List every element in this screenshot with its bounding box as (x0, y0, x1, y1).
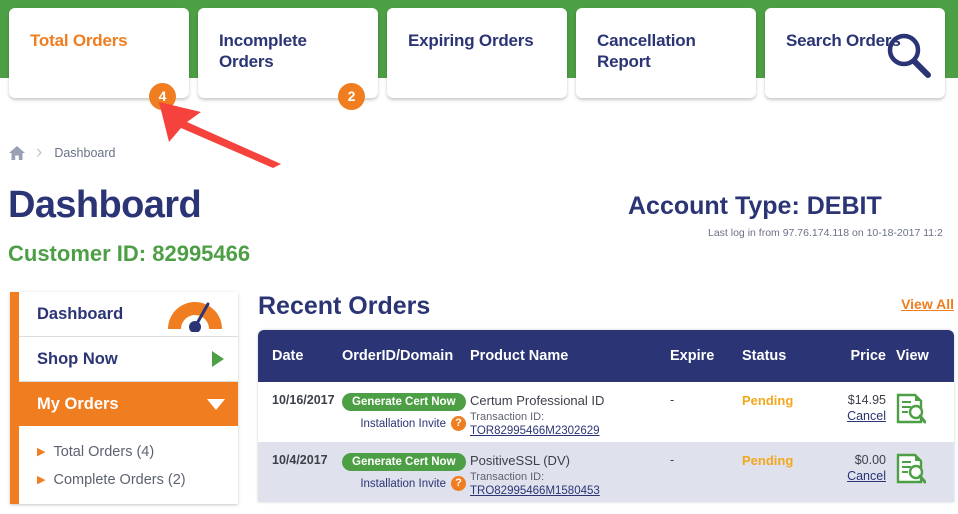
cell-product: PositiveSSL (DV) Transaction ID: TRO8299… (470, 453, 670, 497)
tab-total-orders-label: Total Orders (30, 31, 128, 50)
bullet-triangle-icon: ▶ (37, 473, 46, 486)
cell-status: Pending (742, 393, 824, 408)
table-row: 10/4/2017 Generate Cert Now Installation… (258, 442, 954, 502)
tab-incomplete-orders-label: Incomplete Orders (219, 31, 307, 71)
gauge-icon (164, 296, 226, 332)
column-header-orderid: OrderID/Domain (342, 348, 454, 364)
installation-invite-label: Installation Invite (360, 417, 446, 430)
account-type: Account Type: DEBIT (628, 192, 882, 220)
cancel-link[interactable]: Cancel (824, 469, 886, 483)
breadcrumb: › Dashboard (8, 142, 115, 164)
recent-orders-table: Date OrderID/Domain Product Name Expire … (258, 330, 954, 502)
play-triangle-icon (210, 350, 226, 368)
tab-cancellation-report-label: Cancellation Report (597, 31, 696, 71)
cell-expire: - (670, 393, 675, 407)
column-header-expire: Expire (670, 348, 715, 364)
price-value: $0.00 (854, 453, 886, 467)
table-header-row: Date OrderID/Domain Product Name Expire … (258, 330, 954, 382)
column-header-product: Product Name (470, 348, 569, 364)
transaction-id-link[interactable]: TOR82995466M2302629 (470, 425, 600, 437)
customer-id: Customer ID: 82995466 (8, 241, 251, 266)
tab-expiring-orders-label: Expiring Orders (408, 31, 534, 50)
sidebar-subitem-complete-orders[interactable]: ▶ Complete Orders (2) (37, 466, 238, 494)
document-search-icon[interactable] (896, 393, 927, 428)
installation-invite[interactable]: Installation Invite ? (342, 416, 470, 431)
table-row: 10/16/2017 Generate Cert Now Installatio… (258, 382, 954, 442)
sidebar-item-my-orders-label: My Orders (37, 394, 119, 413)
cancel-link[interactable]: Cancel (824, 409, 886, 423)
sidebar-subitem-complete-orders-label: Complete Orders (2) (53, 472, 186, 488)
tab-incomplete-orders-badge: 2 (338, 83, 365, 110)
transaction-id-link[interactable]: TRO82995466M1580453 (470, 485, 600, 497)
chevron-down-icon (206, 397, 226, 411)
question-mark-icon[interactable]: ? (451, 476, 466, 491)
installation-invite[interactable]: Installation Invite ? (342, 476, 470, 491)
tab-incomplete-orders[interactable]: Incomplete Orders 2 (198, 8, 378, 110)
bullet-triangle-icon: ▶ (37, 445, 46, 458)
tab-total-orders-badge: 4 (149, 83, 176, 110)
recent-orders-title: Recent Orders (258, 292, 431, 320)
installation-invite-label: Installation Invite (360, 477, 446, 490)
breadcrumb-separator: › (36, 142, 43, 163)
status-badge: Pending (742, 393, 794, 408)
question-mark-icon[interactable]: ? (451, 416, 466, 431)
cell-date: 10/4/2017 (272, 453, 328, 467)
tab-expiring-orders[interactable]: Expiring Orders (387, 8, 567, 98)
sidebar: Dashboard Shop Now My Orders ▶ Total Ord… (10, 292, 238, 504)
home-icon[interactable] (8, 144, 26, 162)
top-tab-strip: Total Orders 4 Incomplete Orders 2 Expir… (0, 8, 958, 110)
cell-expire: - (670, 453, 675, 467)
tab-search-orders[interactable]: Search Orders (765, 8, 945, 98)
view-all-link[interactable]: View All (901, 296, 954, 312)
cell-date: 10/16/2017 (272, 393, 335, 407)
cell-view (886, 393, 940, 428)
column-header-view: View (896, 348, 929, 364)
cell-product: Certum Professional ID Transaction ID: T… (470, 393, 670, 437)
sidebar-suborders-list: ▶ Total Orders (4) ▶ Complete Orders (2) (19, 426, 238, 504)
generate-cert-button[interactable]: Generate Cert Now (342, 393, 466, 411)
generate-cert-button[interactable]: Generate Cert Now (342, 453, 466, 471)
sidebar-item-shop-now-label: Shop Now (37, 349, 118, 368)
breadcrumb-current[interactable]: Dashboard (54, 146, 115, 160)
tab-cancellation-report[interactable]: Cancellation Report (576, 8, 756, 98)
price-value: $14.95 (847, 393, 886, 407)
tab-total-orders[interactable]: Total Orders 4 (9, 8, 189, 110)
search-icon (883, 30, 935, 87)
column-header-date: Date (272, 348, 304, 364)
sidebar-item-shop-now[interactable]: Shop Now (19, 337, 238, 382)
sidebar-subitem-total-orders-label: Total Orders (4) (53, 444, 155, 460)
sidebar-item-my-orders[interactable]: My Orders (19, 382, 238, 426)
cell-status: Pending (742, 453, 824, 468)
cell-price: $0.00 Cancel (824, 453, 886, 483)
transaction-id-label: Transaction ID: (470, 411, 545, 423)
document-search-icon[interactable] (896, 453, 927, 488)
sidebar-subitem-total-orders[interactable]: ▶ Total Orders (4) (37, 438, 238, 466)
sidebar-item-dashboard-label: Dashboard (37, 304, 124, 323)
last-login-info: Last log in from 97.76.174.118 on 10-18-… (708, 227, 943, 239)
red-arrow-annotation (155, 96, 285, 168)
cell-orderid: Generate Cert Now Installation Invite ? (342, 453, 470, 491)
page-title: Dashboard (8, 184, 202, 226)
product-name: PositiveSSL (DV) (470, 453, 570, 468)
column-header-price: Price (850, 348, 886, 364)
sidebar-item-dashboard[interactable]: Dashboard (19, 292, 238, 337)
product-name: Certum Professional ID (470, 393, 605, 408)
transaction-id-label: Transaction ID: (470, 471, 545, 483)
cell-view (886, 453, 940, 488)
status-badge: Pending (742, 453, 794, 468)
cell-orderid: Generate Cert Now Installation Invite ? (342, 393, 470, 431)
column-header-status: Status (742, 348, 787, 364)
cell-price: $14.95 Cancel (824, 393, 886, 423)
